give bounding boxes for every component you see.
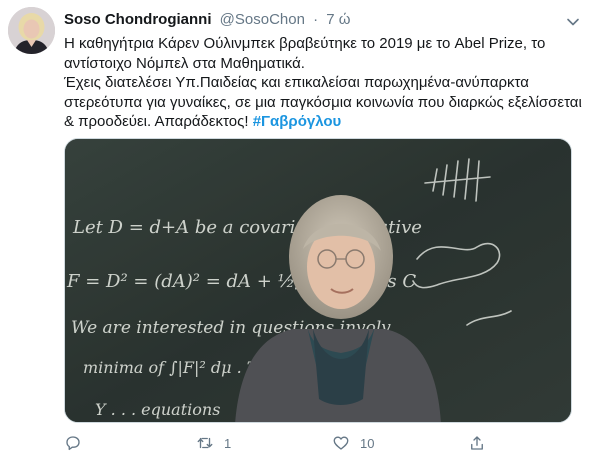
chalk-line-5: Y . . . equations [95, 400, 220, 419]
heart-icon [333, 436, 349, 450]
tweet-actions: 1 10 [64, 432, 504, 454]
more-options-button[interactable] [565, 14, 581, 30]
tweet-text-line1: Η καθηγήτρια Κάρεν Ούλινμπεκ βραβεύτηκε … [64, 35, 546, 72]
like-button[interactable]: 10 [332, 432, 374, 454]
photo-chalkboard-portrait: Let D = d+A be a covariant derivative F … [65, 139, 571, 422]
tweet-text: Η καθηγήτρια Κάρεν Ούλινμπεκ βραβεύτηκε … [64, 34, 586, 132]
retweet-count: 1 [224, 435, 232, 451]
avatar-photo [8, 7, 55, 54]
tweet-card[interactable]: Soso Chondrogianni @SosoChon · 7 ώ Η καθ… [0, 0, 595, 467]
reply-button[interactable] [64, 432, 92, 454]
header-separator: · [313, 11, 319, 28]
author-handle[interactable]: @SosoChon [220, 11, 305, 28]
tweet-header: Soso Chondrogianni @SosoChon · 7 ώ [64, 10, 559, 30]
hashtag-link[interactable]: #Γαβρόγλου [253, 113, 342, 130]
retweet-icon [197, 437, 213, 449]
avatar[interactable] [8, 7, 55, 54]
share-icon [471, 436, 483, 450]
tweet-timestamp[interactable]: 7 ώ [326, 11, 350, 28]
share-button[interactable] [468, 432, 496, 454]
reply-icon [66, 436, 80, 451]
retweet-button[interactable]: 1 [196, 432, 231, 454]
tweet-text-line2: Έχεις διατελέσει Υπ.Παιδείας και επικαλε… [64, 73, 586, 132]
chevron-down-icon [567, 18, 579, 26]
like-count: 10 [360, 435, 375, 451]
author-name[interactable]: Soso Chondrogianni [64, 11, 212, 28]
tweet-media-photo[interactable]: Let D = d+A be a covariant derivative F … [64, 138, 572, 423]
